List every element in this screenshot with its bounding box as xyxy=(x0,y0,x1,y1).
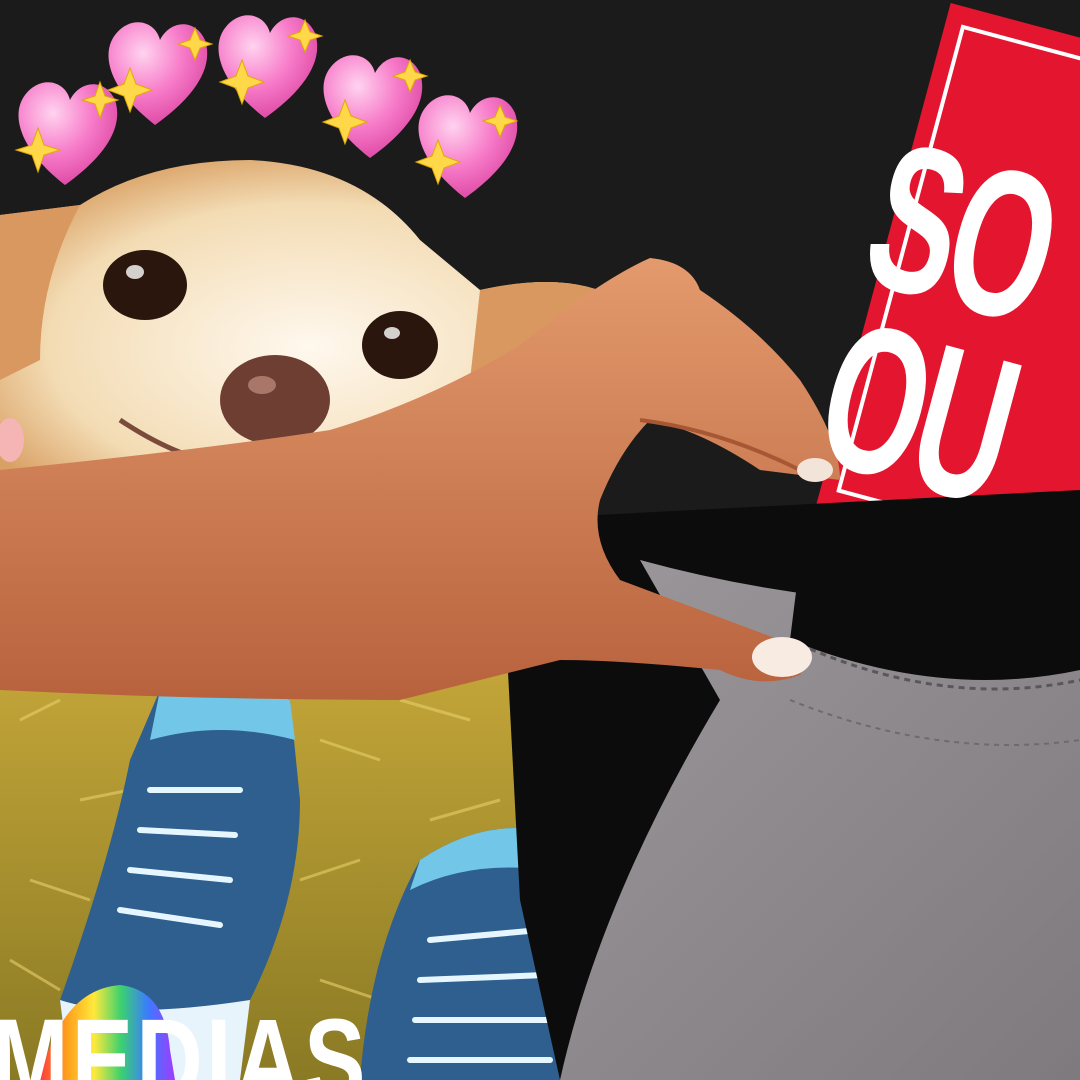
collage-stage: SO OU MEDIAS xyxy=(0,0,1080,1080)
dog-left-eye xyxy=(103,250,187,320)
fingernail xyxy=(752,637,812,677)
caption-text: MEDIAS xyxy=(0,995,369,1080)
dog-nose xyxy=(220,355,330,445)
dog-right-eye xyxy=(362,311,438,379)
